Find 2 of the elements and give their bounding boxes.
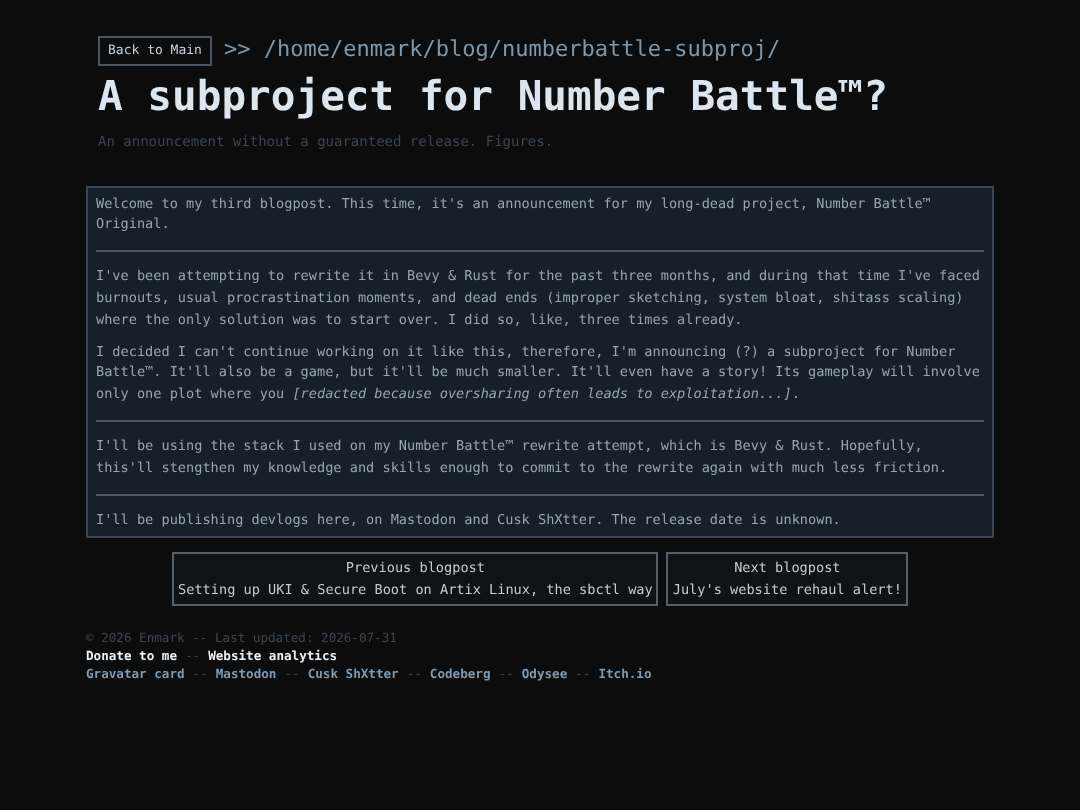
breadcrumb-path: >> /home/enmark/blog/numberbattle-subproj/ [223,34,781,66]
post-title: A subproject for Number Battle™? [96,71,890,123]
